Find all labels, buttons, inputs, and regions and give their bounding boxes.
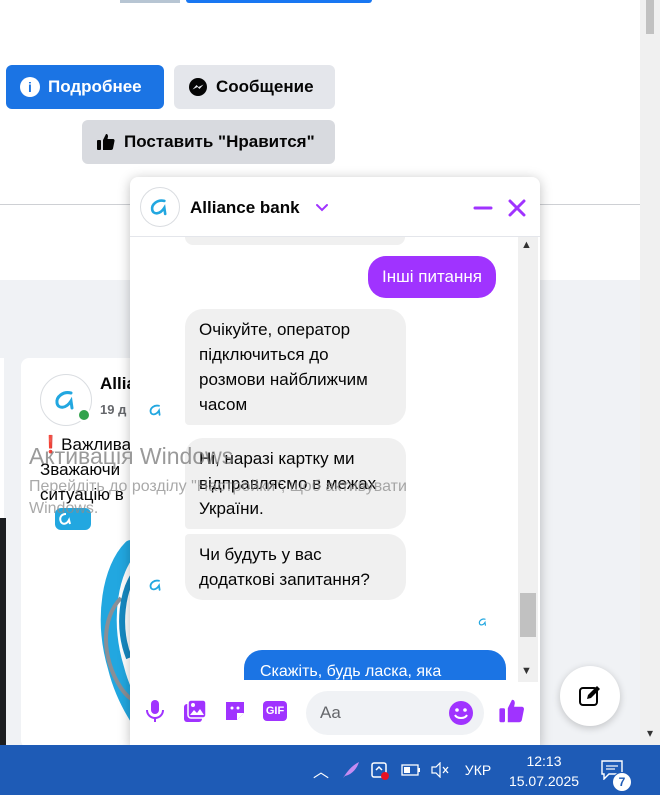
alliance-logo-icon [146, 400, 166, 420]
photo-icon[interactable] [182, 698, 208, 724]
chat-avatar[interactable] [140, 187, 180, 227]
chat-title[interactable]: Alliance bank [190, 198, 300, 218]
outgoing-message[interactable]: Інші питання [368, 256, 496, 298]
chat-header: Alliance bank [130, 177, 540, 237]
windows-taskbar: ︿ УКР 12:13 15.07.2025 7 [0, 745, 660, 795]
minimize-chat-button[interactable] [470, 195, 496, 221]
microphone-icon[interactable] [142, 698, 168, 724]
cover-edge [120, 0, 180, 3]
scroll-down-arrow-icon[interactable]: ▼ [521, 665, 532, 677]
notification-count-badge: 7 [612, 772, 632, 792]
emoji-icon[interactable] [448, 700, 474, 726]
chat-composer: GIF [130, 682, 540, 747]
incoming-message[interactable]: Ні, наразі картку ми відправляємо в межа… [185, 438, 406, 529]
previous-post-image [0, 518, 6, 748]
send-like-button[interactable] [498, 697, 526, 725]
outgoing-message-partial[interactable]: Скажіть, будь ласка, яка [244, 650, 506, 680]
clock-date: 15.07.2025 [508, 773, 580, 789]
info-icon: i [20, 77, 40, 97]
send-message-label: Сообщение [216, 77, 314, 96]
more-info-button[interactable]: i Подробнее [6, 65, 164, 109]
alliance-logo-icon [146, 575, 166, 595]
message-input-box[interactable] [306, 691, 484, 735]
like-page-label: Поставить "Нравится" [124, 132, 315, 151]
feather-app-icon[interactable] [340, 745, 362, 795]
gif-label: GIF [262, 701, 288, 721]
show-hidden-icons-chevron-icon[interactable]: ︿ [310, 745, 332, 795]
clock-time: 12:13 [526, 753, 562, 769]
taskbar-clock[interactable]: 12:13 15.07.2025 [506, 751, 582, 791]
outgoing-message-partial-text: Скажіть, будь ласка, яка [260, 663, 442, 680]
alliance-logo-icon [150, 199, 167, 216]
previous-message-bubble [185, 237, 405, 245]
battery-icon[interactable] [398, 745, 424, 795]
incoming-message[interactable]: Чи будуть у вас додаткові запитання? [185, 534, 406, 600]
minimize-icon [473, 206, 493, 210]
volume-muted-icon[interactable] [428, 745, 452, 795]
online-status-dot [77, 408, 91, 422]
close-icon [508, 199, 526, 217]
chat-messages[interactable]: Інші питання Очікуйте, оператор підключи… [130, 237, 540, 682]
chat-scrollbar-thumb[interactable] [520, 593, 536, 637]
message-input[interactable] [320, 691, 440, 735]
page-scrollbar-thumb[interactable] [646, 0, 654, 34]
compose-icon [579, 686, 600, 706]
seen-receipt-icon [476, 615, 490, 629]
gif-icon[interactable]: GIF [260, 698, 290, 724]
like-page-button[interactable]: Поставить "Нравится" [82, 120, 335, 164]
more-info-label: Подробнее [48, 77, 142, 96]
thumbs-up-icon [499, 699, 524, 723]
new-message-button[interactable] [560, 666, 620, 726]
scroll-down-arrow-icon[interactable]: ▾ [643, 726, 657, 740]
security-tray-icon[interactable] [368, 745, 392, 795]
incoming-message[interactable]: Очікуйте, оператор підключиться до розмо… [185, 309, 406, 425]
cover-edge-button [186, 0, 372, 3]
scroll-up-arrow-icon[interactable]: ▲ [521, 239, 532, 251]
post-date[interactable]: 19 д [100, 402, 126, 417]
page-scrollbar[interactable] [640, 0, 660, 745]
thumbs-up-icon [96, 132, 116, 152]
language-indicator[interactable]: УКР [460, 745, 496, 795]
sticker-icon[interactable] [222, 698, 248, 724]
send-message-button[interactable]: Сообщение [174, 65, 335, 109]
chevron-down-icon[interactable] [314, 199, 330, 215]
alliance-logo-icon [55, 391, 74, 410]
messenger-icon [188, 77, 208, 97]
close-chat-button[interactable] [504, 195, 530, 221]
